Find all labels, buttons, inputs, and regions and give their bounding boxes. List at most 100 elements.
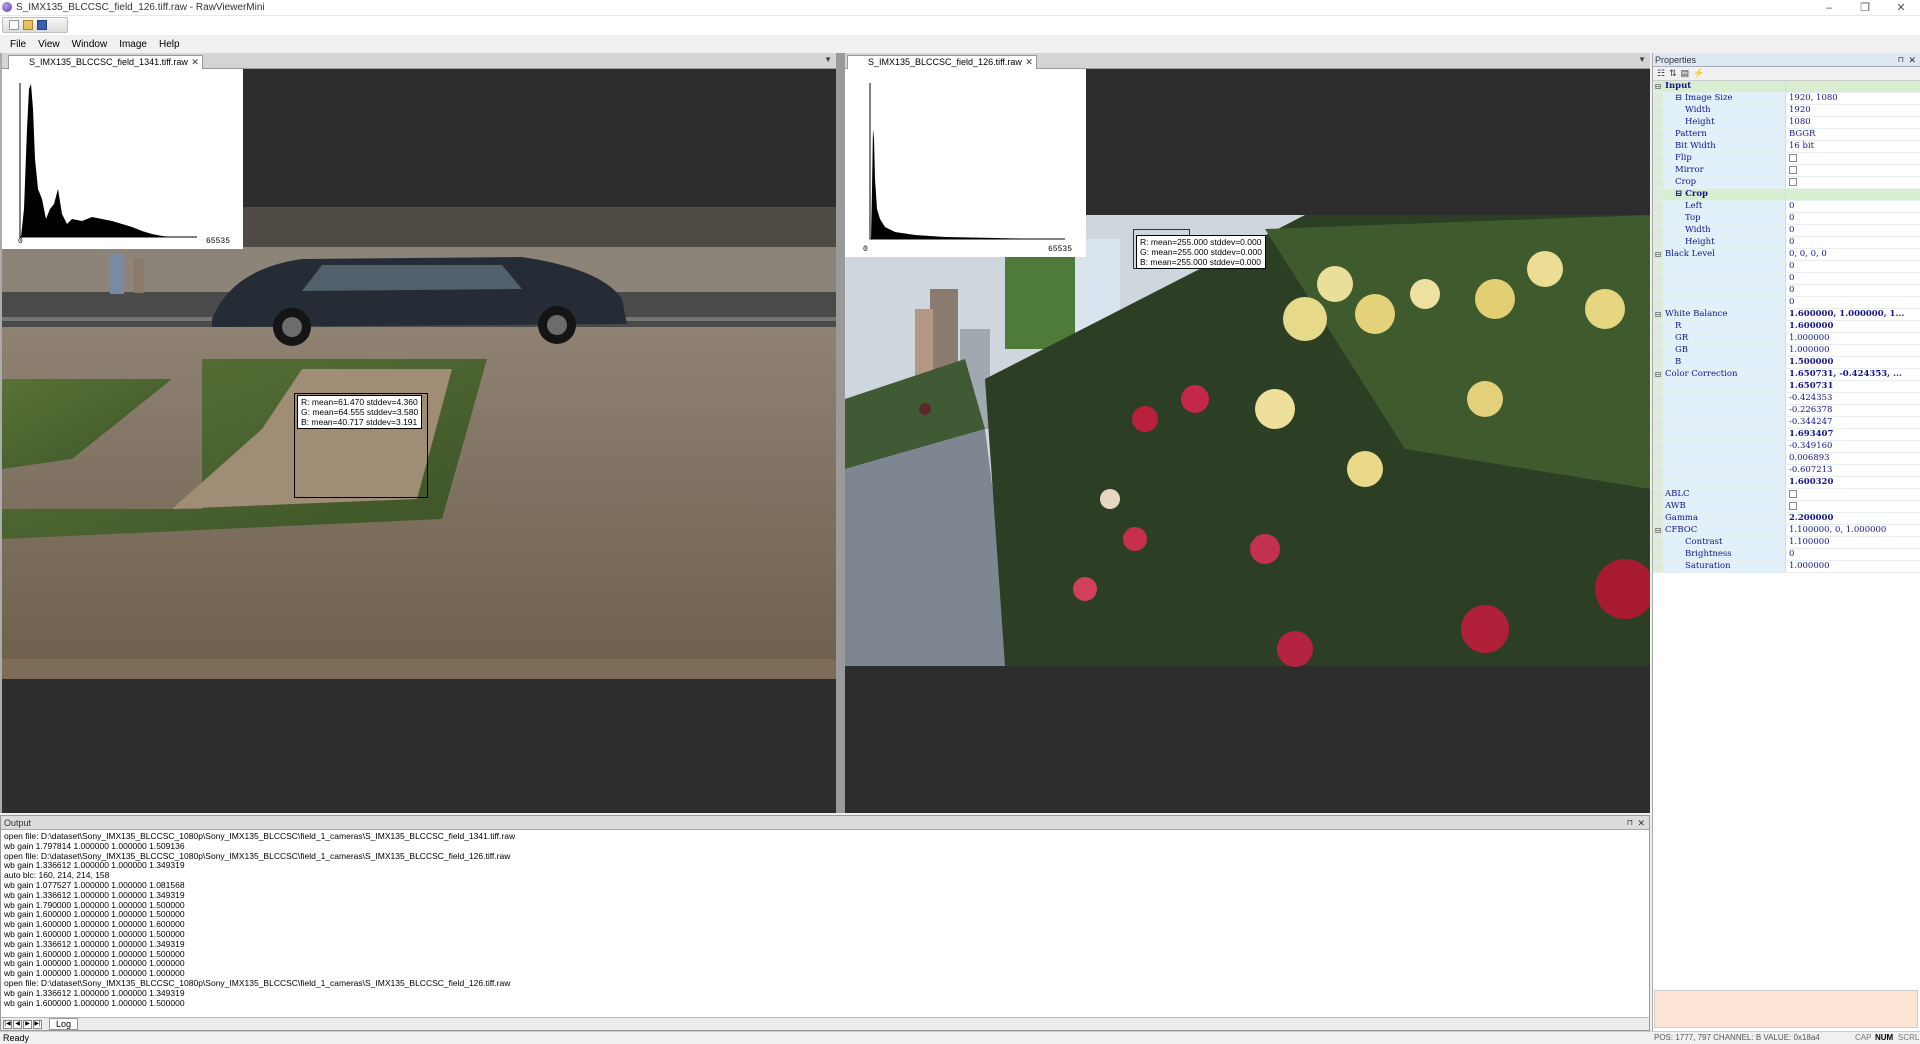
property-row[interactable]: ⊟ Input: [1653, 81, 1920, 93]
property-value[interactable]: 0: [1786, 225, 1920, 236]
next-tab-icon[interactable]: ▶: [23, 1019, 32, 1029]
left-image-canvas[interactable]: 0 65535 R: mean=61.470 stddev=4.360 G: m…: [2, 69, 836, 813]
chevron-down-icon[interactable]: ▼: [1638, 55, 1646, 64]
property-value[interactable]: 1.650731, -0.424353, ...: [1786, 369, 1920, 380]
property-row[interactable]: -0.344247: [1653, 417, 1920, 429]
property-value[interactable]: 1.000000: [1786, 333, 1920, 344]
close-icon[interactable]: ✕: [191, 56, 199, 68]
tab-field-126[interactable]: S_IMX135_BLCCSC_field_126.tiff.raw ✕: [847, 55, 1037, 69]
checkbox[interactable]: [1789, 166, 1797, 174]
property-value[interactable]: 0: [1786, 201, 1920, 212]
pin-icon[interactable]: ⊓: [1627, 816, 1633, 830]
property-checkbox[interactable]: [1786, 165, 1920, 176]
menu-help[interactable]: Help: [153, 39, 186, 50]
tab-field-1341[interactable]: S_IMX135_BLCCSC_field_1341.tiff.raw ✕: [8, 55, 203, 69]
menu-image[interactable]: Image: [113, 39, 153, 50]
property-value[interactable]: 1.100000: [1786, 537, 1920, 548]
property-row[interactable]: Flip: [1653, 153, 1920, 165]
property-value[interactable]: 1920: [1786, 105, 1920, 116]
property-row[interactable]: Height 1080: [1653, 117, 1920, 129]
property-row[interactable]: 0: [1653, 285, 1920, 297]
property-row[interactable]: -0.226378: [1653, 405, 1920, 417]
prev-tab-icon[interactable]: ◀: [13, 1019, 22, 1029]
minimize-button[interactable]: –: [1812, 0, 1846, 16]
collapse-icon[interactable]: ⊟: [1653, 309, 1663, 320]
property-value[interactable]: 0: [1786, 297, 1920, 308]
property-row[interactable]: -0.349160: [1653, 441, 1920, 453]
property-row[interactable]: Contrast 1.100000: [1653, 537, 1920, 549]
checkbox[interactable]: [1789, 178, 1797, 186]
property-checkbox[interactable]: [1786, 489, 1920, 500]
property-row[interactable]: Bit Width 16 bit: [1653, 141, 1920, 153]
property-pages-icon[interactable]: ▤: [1681, 68, 1690, 79]
categorized-icon[interactable]: ☷: [1657, 68, 1665, 79]
property-row[interactable]: ABLC: [1653, 489, 1920, 501]
property-value[interactable]: 0.006893: [1786, 453, 1920, 464]
property-row[interactable]: 0: [1653, 273, 1920, 285]
property-row[interactable]: Top 0: [1653, 213, 1920, 225]
checkbox[interactable]: [1789, 490, 1797, 498]
property-value[interactable]: [1786, 81, 1920, 92]
property-checkbox[interactable]: [1786, 501, 1920, 512]
view-splitter[interactable]: [836, 53, 845, 813]
collapse-icon[interactable]: ⊟: [1653, 369, 1663, 380]
pin-icon[interactable]: ⊓: [1898, 53, 1904, 67]
property-row[interactable]: ⊟ CFBOC 1.100000, 0, 1.000000: [1653, 525, 1920, 537]
property-value[interactable]: -0.344247: [1786, 417, 1920, 428]
property-row[interactable]: Pattern BGGR: [1653, 129, 1920, 141]
property-value[interactable]: 1920, 1080: [1786, 93, 1920, 104]
property-row[interactable]: ⊟ Black Level 0, 0, 0, 0: [1653, 249, 1920, 261]
menu-view[interactable]: View: [32, 39, 66, 50]
property-row[interactable]: Gamma 2.200000: [1653, 513, 1920, 525]
property-row[interactable]: AWB: [1653, 501, 1920, 513]
property-row[interactable]: Height 0: [1653, 237, 1920, 249]
property-value[interactable]: -0.349160: [1786, 441, 1920, 452]
property-value[interactable]: 1.500000: [1786, 357, 1920, 368]
property-value[interactable]: 0: [1786, 261, 1920, 272]
property-row[interactable]: Left 0: [1653, 201, 1920, 213]
property-row[interactable]: -0.607213: [1653, 465, 1920, 477]
property-row[interactable]: R 1.600000: [1653, 321, 1920, 333]
property-row[interactable]: 0: [1653, 297, 1920, 309]
new-file-icon[interactable]: [9, 20, 19, 30]
collapse-icon[interactable]: ⊟: [1653, 249, 1663, 260]
property-row[interactable]: ⊟ Crop: [1653, 189, 1920, 201]
property-value[interactable]: 1.000000: [1786, 345, 1920, 356]
property-value[interactable]: 0: [1786, 285, 1920, 296]
menu-window[interactable]: Window: [66, 39, 114, 50]
property-value[interactable]: 0: [1786, 549, 1920, 560]
property-row[interactable]: GR 1.000000: [1653, 333, 1920, 345]
property-value[interactable]: 0: [1786, 237, 1920, 248]
property-row[interactable]: 0: [1653, 261, 1920, 273]
property-value[interactable]: 1.000000: [1786, 561, 1920, 572]
property-row[interactable]: 0.006893: [1653, 453, 1920, 465]
property-value[interactable]: 1.600320: [1786, 477, 1920, 488]
property-checkbox[interactable]: [1786, 153, 1920, 164]
open-folder-icon[interactable]: [23, 20, 33, 30]
collapse-icon[interactable]: ⊟: [1653, 81, 1663, 92]
property-value[interactable]: -0.424353: [1786, 393, 1920, 404]
property-value[interactable]: BGGR: [1786, 129, 1920, 140]
property-row[interactable]: 1.600320: [1653, 477, 1920, 489]
property-value[interactable]: 2.200000: [1786, 513, 1920, 524]
property-row[interactable]: ⊟ Color Correction 1.650731, -0.424353, ..…: [1653, 369, 1920, 381]
right-image-canvas[interactable]: 0 65535 R: mean=255.000 stddev=0.000 G: …: [845, 69, 1650, 813]
property-value[interactable]: 1.600000: [1786, 321, 1920, 332]
property-row[interactable]: Saturation 1.000000: [1653, 561, 1920, 573]
property-value[interactable]: -0.607213: [1786, 465, 1920, 476]
property-row[interactable]: Width 0: [1653, 225, 1920, 237]
property-row[interactable]: B 1.500000: [1653, 357, 1920, 369]
property-value[interactable]: 1.650731: [1786, 381, 1920, 392]
property-value[interactable]: 0: [1786, 273, 1920, 284]
property-row[interactable]: ⊟ Image Size 1920, 1080: [1653, 93, 1920, 105]
menu-file[interactable]: File: [4, 39, 32, 50]
close-icon[interactable]: ✕: [1908, 53, 1916, 67]
last-tab-icon[interactable]: ▶|: [33, 1019, 42, 1029]
maximize-button[interactable]: ❐: [1848, 0, 1882, 16]
property-row[interactable]: Width 1920: [1653, 105, 1920, 117]
property-value[interactable]: 1.100000, 0, 1.000000: [1786, 525, 1920, 536]
log-output[interactable]: open file: D:\dataset\Sony_IMX135_BLCCSC…: [1, 830, 1649, 1010]
first-tab-icon[interactable]: |◀: [3, 1019, 12, 1029]
property-value[interactable]: [1786, 189, 1920, 200]
property-value[interactable]: 1080: [1786, 117, 1920, 128]
